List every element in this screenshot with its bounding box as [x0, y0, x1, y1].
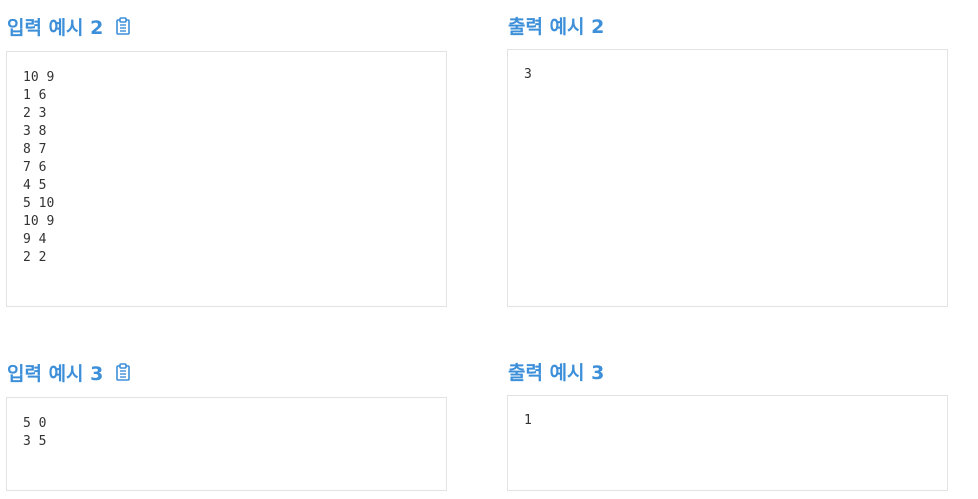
output-example-2-box: 3 [507, 49, 948, 307]
output-example-2-title: 출력 예시 2 [508, 15, 605, 38]
input-example-2-box: 10 9 1 6 2 3 3 8 8 7 7 6 4 5 5 10 10 9 9… [6, 51, 447, 307]
clipboard-icon[interactable] [115, 17, 131, 35]
input-example-2-text: 10 9 1 6 2 3 3 8 8 7 7 6 4 5 5 10 10 9 9… [23, 70, 55, 265]
input-example-3-text: 5 0 3 5 [23, 416, 47, 449]
output-example-3-heading: 출력 예시 3 [508, 357, 604, 385]
clipboard-icon[interactable] [115, 363, 131, 381]
input-example-3-title: 입력 예시 3 [7, 362, 104, 385]
input-example-3-heading: 입력 예시 3 [7, 358, 131, 386]
output-example-3-title: 출력 예시 3 [508, 361, 605, 384]
input-example-2-heading: 입력 예시 2 [7, 12, 131, 40]
output-example-3-text: 1 [524, 413, 532, 428]
output-example-2-heading: 출력 예시 2 [508, 11, 604, 39]
output-example-2-text: 3 [524, 67, 532, 82]
output-example-3-box: 1 [507, 395, 948, 491]
input-example-3-box: 5 0 3 5 [6, 397, 447, 491]
input-example-2-title: 입력 예시 2 [7, 16, 104, 39]
